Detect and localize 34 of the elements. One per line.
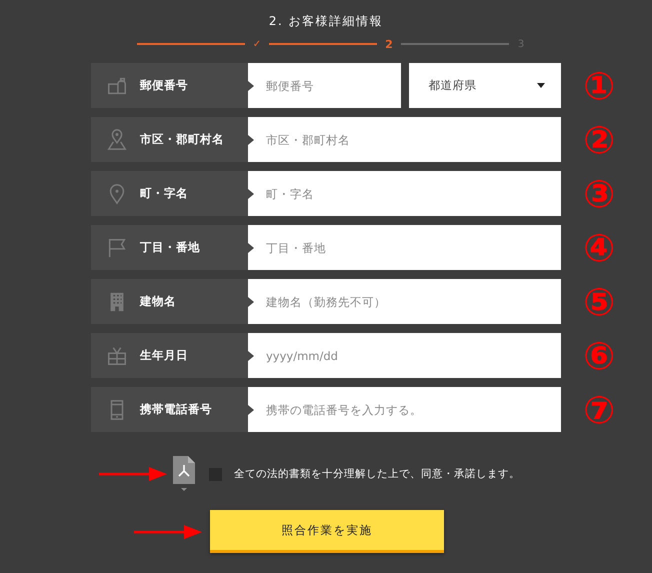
annotation-arrow xyxy=(134,524,202,538)
field-label: 郵便番号 xyxy=(140,78,188,93)
input-field[interactable]: 携帯の電話番号を入力する。 xyxy=(248,387,561,432)
input-field[interactable]: 丁目・番地 xyxy=(248,225,561,270)
annotation-number: ⑥ xyxy=(583,336,616,374)
field-label: 生年月日 xyxy=(140,348,188,363)
input-field[interactable]: 郵便番号 xyxy=(248,63,400,108)
gift-icon xyxy=(106,344,128,366)
agreement-text: 全ての法的書類を十分理解した上で、同意・承諾します。 xyxy=(234,467,520,481)
annotation-number: ③ xyxy=(583,174,616,212)
input-field[interactable]: yyyy/mm/dd xyxy=(248,333,561,378)
annotation-number: ⑤ xyxy=(583,282,616,320)
flag-icon xyxy=(106,236,128,258)
input-field[interactable]: 町・字名 xyxy=(248,171,561,216)
annotation-number: ⑦ xyxy=(583,390,616,428)
field-label: 携帯電話番号 xyxy=(140,402,212,417)
prefecture-dropdown[interactable]: 都道府県 xyxy=(408,63,561,108)
field-label: 丁目・番地 xyxy=(140,240,200,255)
annotation-number: ④ xyxy=(583,228,616,266)
input-field[interactable]: 建物名（勤務先不可） xyxy=(248,279,561,324)
location-map-icon xyxy=(106,128,128,150)
annotation-number: ② xyxy=(583,120,616,158)
input-field[interactable]: 市区・郡町村名 xyxy=(248,117,561,162)
step-check: ✓ xyxy=(252,38,262,50)
step-number: 2 xyxy=(384,38,394,50)
pdf-document-icon[interactable] xyxy=(173,456,195,492)
caret-icon xyxy=(537,83,545,88)
annotation-arrow xyxy=(99,467,167,481)
submit-button[interactable]: 照合作業を実施 xyxy=(210,510,444,553)
annotation-number: ① xyxy=(583,66,616,104)
field-label: 町・字名 xyxy=(140,186,188,201)
step-title: 2. お客様詳細情報 xyxy=(268,13,384,30)
field-label: 建物名 xyxy=(140,294,176,309)
field-label: 市区・郡町村名 xyxy=(140,132,224,147)
